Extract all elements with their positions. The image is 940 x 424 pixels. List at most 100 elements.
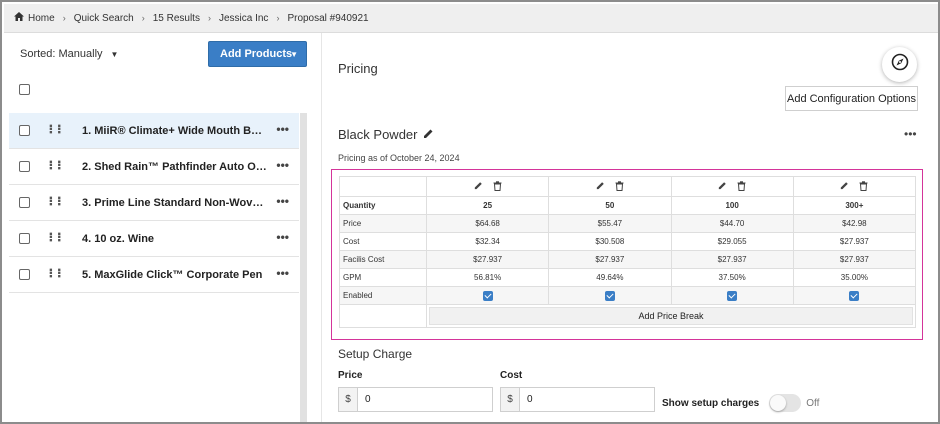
list-item[interactable]: ⠇⠇ 2. Shed Rain™ Pathfinder Auto Open Um… bbox=[9, 149, 299, 185]
add-price-break-button[interactable]: Add Price Break bbox=[429, 307, 913, 325]
currency-addon: $ bbox=[339, 388, 358, 411]
setup-price-input[interactable]: 0 bbox=[358, 388, 492, 411]
product-heading: Black Powder bbox=[338, 127, 434, 142]
cost-cell[interactable]: $27.937 bbox=[792, 232, 917, 251]
product-list: ⠇⠇ 1. MiiR® Climate+ Wide Mouth Bottle •… bbox=[9, 113, 299, 293]
facilis-cost-cell: $27.937 bbox=[670, 250, 794, 269]
pencil-icon[interactable] bbox=[718, 181, 727, 192]
trash-icon[interactable] bbox=[859, 180, 868, 193]
pencil-icon[interactable] bbox=[596, 181, 605, 192]
table-row: Price $64.68 $55.47 $44.70 $42.98 bbox=[339, 214, 917, 233]
price-cell[interactable]: $44.70 bbox=[670, 214, 794, 233]
quantity-cell: 100 bbox=[670, 196, 794, 215]
show-setup-toggle[interactable] bbox=[769, 394, 802, 412]
currency-addon: $ bbox=[501, 388, 520, 411]
enabled-label: Enabled bbox=[339, 286, 427, 305]
trash-icon[interactable] bbox=[615, 180, 624, 193]
enabled-checkbox[interactable] bbox=[482, 290, 493, 301]
item-checkbox[interactable] bbox=[19, 233, 30, 244]
sort-dropdown[interactable]: Sorted: Manually ▼ bbox=[20, 48, 118, 60]
table-row: Quantity 25 50 100 300+ bbox=[339, 196, 917, 215]
chevron-down-icon: ▼ bbox=[290, 50, 298, 59]
more-options-icon[interactable]: ••• bbox=[276, 158, 289, 172]
drag-handle-icon[interactable]: ⠇⠇ bbox=[48, 267, 66, 281]
app-frame: Home › Quick Search › 15 Results › Jessi… bbox=[0, 0, 940, 424]
breadcrumb-proposal: Proposal #940921 bbox=[287, 12, 369, 24]
quantity-label: Quantity bbox=[339, 196, 427, 215]
pricing-date: Pricing as of October 24, 2024 bbox=[338, 153, 460, 163]
breadcrumb-results[interactable]: 15 Results bbox=[153, 13, 200, 24]
more-options-icon[interactable]: ••• bbox=[276, 266, 289, 280]
add-configuration-options-button[interactable]: Add Configuration Options bbox=[785, 86, 918, 111]
setup-cost-input[interactable]: 0 bbox=[520, 388, 654, 411]
breadcrumb-home[interactable]: Home bbox=[14, 12, 55, 24]
chevron-right-icon: › bbox=[141, 13, 145, 23]
more-options-icon[interactable]: ••• bbox=[276, 194, 289, 208]
add-products-button[interactable]: Add Products ▼ bbox=[208, 41, 307, 67]
table-row: Facilis Cost $27.937 $27.937 $27.937 $27… bbox=[339, 250, 917, 269]
setup-price-field[interactable]: $ 0 bbox=[338, 387, 493, 412]
drag-handle-icon[interactable]: ⠇⠇ bbox=[48, 195, 66, 209]
pencil-icon[interactable] bbox=[840, 181, 849, 192]
compass-button[interactable] bbox=[882, 47, 917, 82]
gpm-cell: 49.64% bbox=[548, 268, 672, 287]
pencil-icon[interactable] bbox=[474, 181, 483, 192]
facilis-cost-cell: $27.937 bbox=[792, 250, 917, 269]
item-checkbox[interactable] bbox=[19, 269, 30, 280]
column-actions bbox=[425, 176, 550, 197]
sort-label: Sorted: Manually bbox=[20, 48, 103, 60]
compass-icon bbox=[891, 53, 909, 76]
more-options-icon[interactable]: ••• bbox=[276, 122, 289, 136]
cost-cell[interactable]: $32.34 bbox=[425, 232, 550, 251]
enabled-checkbox[interactable] bbox=[604, 290, 615, 301]
item-checkbox[interactable] bbox=[19, 197, 30, 208]
table-row bbox=[339, 176, 917, 197]
list-item[interactable]: ⠇⠇ 5. MaxGlide Click™ Corporate Pen ••• bbox=[9, 257, 299, 293]
trash-icon[interactable] bbox=[737, 180, 746, 193]
gpm-cell: 37.50% bbox=[670, 268, 794, 287]
column-actions bbox=[548, 176, 672, 197]
price-break-table-container: Quantity 25 50 100 300+ Price $64.68 $55… bbox=[331, 169, 923, 340]
setup-cost-field[interactable]: $ 0 bbox=[500, 387, 655, 412]
drag-handle-icon[interactable]: ⠇⠇ bbox=[48, 159, 66, 173]
product-name: 4. 10 oz. Wine bbox=[82, 233, 155, 245]
show-setup-label: Show setup charges bbox=[662, 397, 760, 409]
breadcrumb-quick-search[interactable]: Quick Search bbox=[74, 13, 134, 24]
facilis-cost-label: Facilis Cost bbox=[339, 250, 427, 269]
toggle-state-label: Off bbox=[806, 397, 820, 409]
enabled-cell bbox=[670, 286, 794, 305]
product-name: 3. Prime Line Standard Non-Woven Tote bbox=[82, 197, 267, 209]
enabled-cell bbox=[548, 286, 672, 305]
table-row: Cost $32.34 $30.508 $29.055 $27.937 bbox=[339, 232, 917, 251]
breadcrumb-client[interactable]: Jessica Inc bbox=[219, 13, 268, 24]
list-item[interactable]: ⠇⠇ 4. 10 oz. Wine ••• bbox=[9, 221, 299, 257]
list-item[interactable]: ⠇⠇ 1. MiiR® Climate+ Wide Mouth Bottle •… bbox=[9, 113, 299, 149]
cost-cell[interactable]: $30.508 bbox=[548, 232, 672, 251]
product-name: 5. MaxGlide Click™ Corporate Pen bbox=[82, 269, 263, 281]
enabled-cell bbox=[425, 286, 550, 305]
page-title: Pricing bbox=[338, 61, 378, 76]
more-options-icon[interactable]: ••• bbox=[904, 127, 917, 141]
enabled-cell bbox=[792, 286, 917, 305]
chevron-right-icon: › bbox=[62, 13, 66, 23]
select-all-checkbox[interactable] bbox=[19, 84, 30, 95]
drag-handle-icon[interactable]: ⠇⠇ bbox=[48, 123, 66, 137]
price-cell[interactable]: $64.68 bbox=[425, 214, 550, 233]
price-cell[interactable]: $55.47 bbox=[548, 214, 672, 233]
drag-handle-icon[interactable]: ⠇⠇ bbox=[48, 231, 66, 245]
cost-cell[interactable]: $29.055 bbox=[670, 232, 794, 251]
price-cell[interactable]: $42.98 bbox=[792, 214, 917, 233]
trash-icon[interactable] bbox=[493, 180, 502, 193]
item-checkbox[interactable] bbox=[19, 125, 30, 136]
item-checkbox[interactable] bbox=[19, 161, 30, 172]
more-options-icon[interactable]: ••• bbox=[276, 230, 289, 244]
pencil-icon[interactable] bbox=[423, 127, 434, 142]
list-item[interactable]: ⠇⠇ 3. Prime Line Standard Non-Woven Tote… bbox=[9, 185, 299, 221]
table-cell bbox=[339, 304, 427, 328]
enabled-checkbox[interactable] bbox=[849, 290, 860, 301]
sidebar-scrollbar[interactable] bbox=[300, 113, 307, 422]
enabled-checkbox[interactable] bbox=[727, 290, 738, 301]
cost-label: Cost bbox=[339, 232, 427, 251]
quantity-cell: 300+ bbox=[792, 196, 917, 215]
setup-cost-label: Cost bbox=[500, 370, 523, 381]
